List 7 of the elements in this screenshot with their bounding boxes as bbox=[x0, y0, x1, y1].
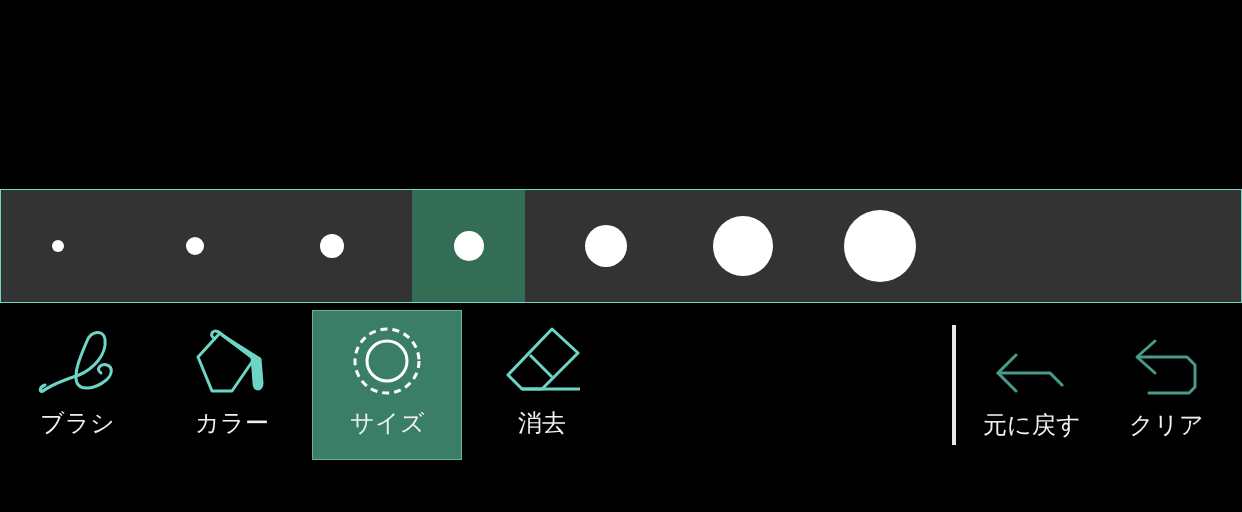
action-button[interactable]: 元に戻す bbox=[970, 317, 1094, 445]
action-button[interactable]: クリア bbox=[1104, 317, 1228, 445]
size-option[interactable] bbox=[412, 190, 525, 302]
tool-button[interactable]: 消去 bbox=[467, 310, 617, 460]
tool-button[interactable]: サイズ bbox=[312, 310, 462, 460]
tool-button[interactable]: カラー bbox=[157, 310, 307, 460]
tool-button[interactable]: ブラシ bbox=[2, 310, 152, 460]
